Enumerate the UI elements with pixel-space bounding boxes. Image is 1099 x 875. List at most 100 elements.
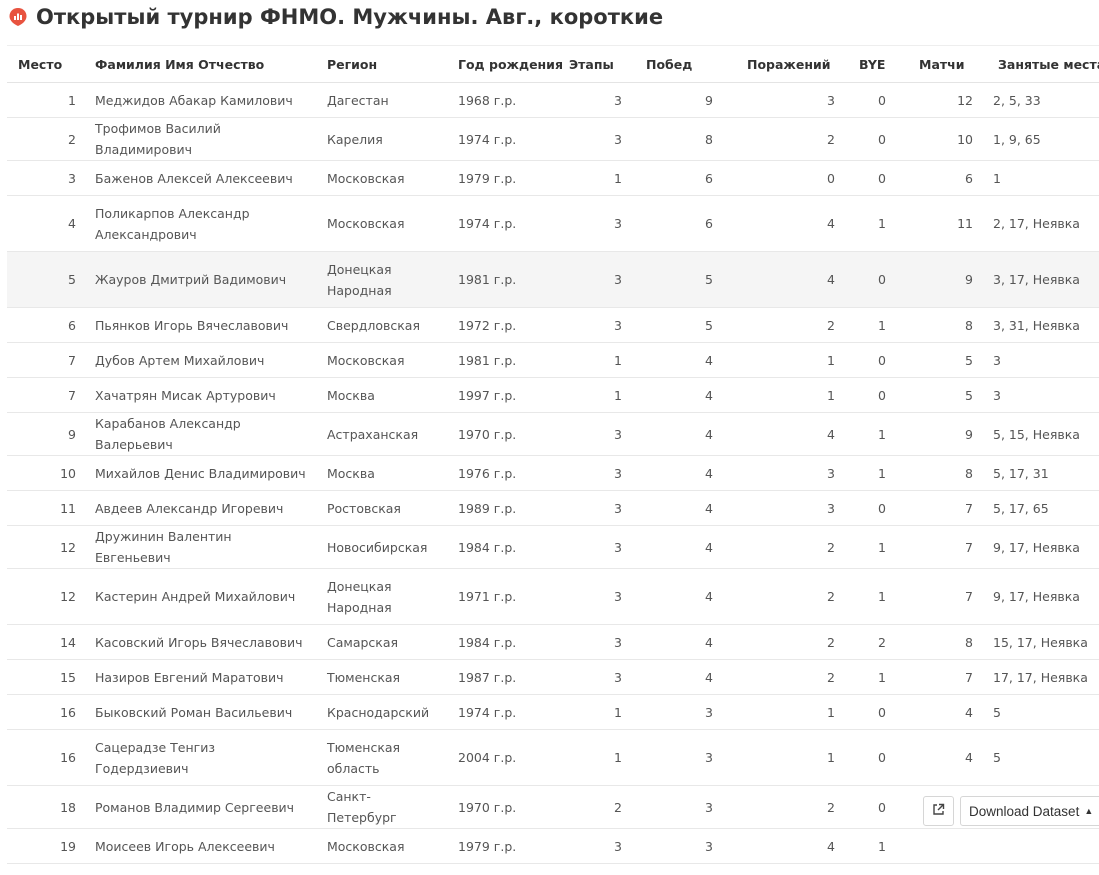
cell-place: 7 [7,378,84,413]
cell-region-text: Краснодарский [327,702,437,723]
cell-place: 18 [7,786,84,829]
floating-actions: Download Dataset ▲ [923,796,1099,826]
cell-stages: 1 [558,378,635,413]
cell-region: Донецкая Народная [316,569,447,625]
header-places-taken[interactable]: Занятые места [987,46,1099,83]
table-row: 9Карабанов Александр ВалерьевичАстраханс… [7,413,1099,456]
cell-wins: 4 [635,526,736,569]
cell-places-taken: 3, 31, Неявка [987,308,1099,343]
cell-name-text: Меджидов Абакар Камилович [95,90,310,111]
cell-stages: 1 [558,343,635,378]
cell-stages: 3 [558,308,635,343]
cell-losses: 4 [736,252,848,308]
download-dataset-button[interactable]: Download Dataset ▲ [960,796,1099,826]
cell-losses: 2 [736,526,848,569]
cell-wins: 6 [635,161,736,196]
cell-places-taken: 17, 17, Неявка [987,660,1099,695]
cell-losses: 2 [736,786,848,829]
cell-name: Пьянков Игорь Вячеславович [84,308,316,343]
cell-place: 16 [7,730,84,786]
cell-region-text: Тюменская [327,667,437,688]
cell-matches: 5 [908,378,987,413]
cell-wins: 4 [635,343,736,378]
cell-name: Трофимов Василий Владимирович [84,118,316,161]
cell-region: Санкт-Петербург [316,786,447,829]
cell-stages: 3 [558,526,635,569]
cell-region: Дагестан [316,83,447,118]
cell-year: 1979 г.р. [447,829,558,864]
cell-region-text: Тюменская область [327,737,437,779]
header-stages[interactable]: Этапы [558,46,635,83]
cell-losses: 4 [736,829,848,864]
cell-name-text: Пьянков Игорь Вячеславович [95,315,310,336]
cell-wins: 5 [635,252,736,308]
cell-bye: 1 [848,829,908,864]
cell-wins: 3 [635,829,736,864]
cell-matches: 6 [908,161,987,196]
cell-stages: 3 [558,829,635,864]
cell-bye: 2 [848,625,908,660]
cell-places-taken: 9, 17, Неявка [987,526,1099,569]
cell-name-text: Касовский Игорь Вячеславович [95,632,310,653]
cell-bye: 0 [848,491,908,526]
cell-wins: 3 [635,864,736,875]
cell-wins: 5 [635,308,736,343]
cell-losses: 4 [736,196,848,252]
open-external-button[interactable] [923,796,954,826]
table-row: 11Авдеев Александр ИгоревичРостовская198… [7,491,1099,526]
cell-region: Самарская [316,625,447,660]
cell-name-text: Быковский Роман Васильевич [95,702,310,723]
cell-matches: 9 [908,252,987,308]
cell-bye: 0 [848,83,908,118]
cell-places-taken: 2, 17, Неявка [987,196,1099,252]
cell-name: Михайлов Денис Владимирович [84,456,316,491]
cell-place: 12 [7,526,84,569]
cell-places-taken [987,829,1099,864]
header-bye[interactable]: BYE [848,46,908,83]
header-wins[interactable]: Побед [635,46,736,83]
cell-matches: 6 [908,864,987,875]
cell-name: Авдеев Александр Игоревич [84,491,316,526]
cell-wins: 3 [635,786,736,829]
header-losses[interactable]: Поражений [736,46,848,83]
cell-region: Ростовская [316,864,447,875]
cell-name: Габрилян Гарри Гургенович [84,864,316,875]
cell-wins: 4 [635,625,736,660]
header-year[interactable]: Год рождения [447,46,558,83]
cell-region-text: Московская [327,350,437,371]
cell-region-text: Новосибирская [327,537,437,558]
cell-name-text: Поликарпов Александр Александрович [95,203,310,245]
cell-region-text: Ростовская [327,498,437,519]
cell-name: Жауров Дмитрий Вадимович [84,252,316,308]
cell-losses: 4 [736,413,848,456]
cell-year: 1981 г.р. [447,252,558,308]
cell-wins: 8 [635,118,736,161]
cell-name: Моисеев Игорь Алексеевич [84,829,316,864]
cell-losses: 2 [736,118,848,161]
cell-matches [908,829,987,864]
cell-places-taken: 5 [987,695,1099,730]
cell-year: 1970 г.р. [447,413,558,456]
cell-region: Краснодарский [316,695,447,730]
cell-region-text: Москва [327,385,437,406]
cell-region-text: Московская [327,213,437,234]
cell-region-text: Санкт-Петербург [327,786,437,828]
cell-stages: 3 [558,118,635,161]
table-row: 3Баженов Алексей АлексеевичМосковская197… [7,161,1099,196]
cell-matches: 5 [908,343,987,378]
header-name[interactable]: Фамилия Имя Отчество [84,46,316,83]
cell-bye: 1 [848,456,908,491]
cell-matches: 7 [908,569,987,625]
cell-losses: 2 [736,625,848,660]
header-matches[interactable]: Матчи [908,46,987,83]
cell-wins: 6 [635,196,736,252]
header-place[interactable]: Место [7,46,84,83]
caret-up-icon: ▲ [1084,806,1093,816]
cell-name: Меджидов Абакар Камилович [84,83,316,118]
cell-stages: 3 [558,864,635,875]
cell-places-taken: 3 [987,378,1099,413]
header-region[interactable]: Регион [316,46,447,83]
cell-wins: 4 [635,660,736,695]
table-row: 16Быковский Роман ВасильевичКраснодарски… [7,695,1099,730]
cell-matches: 4 [908,695,987,730]
